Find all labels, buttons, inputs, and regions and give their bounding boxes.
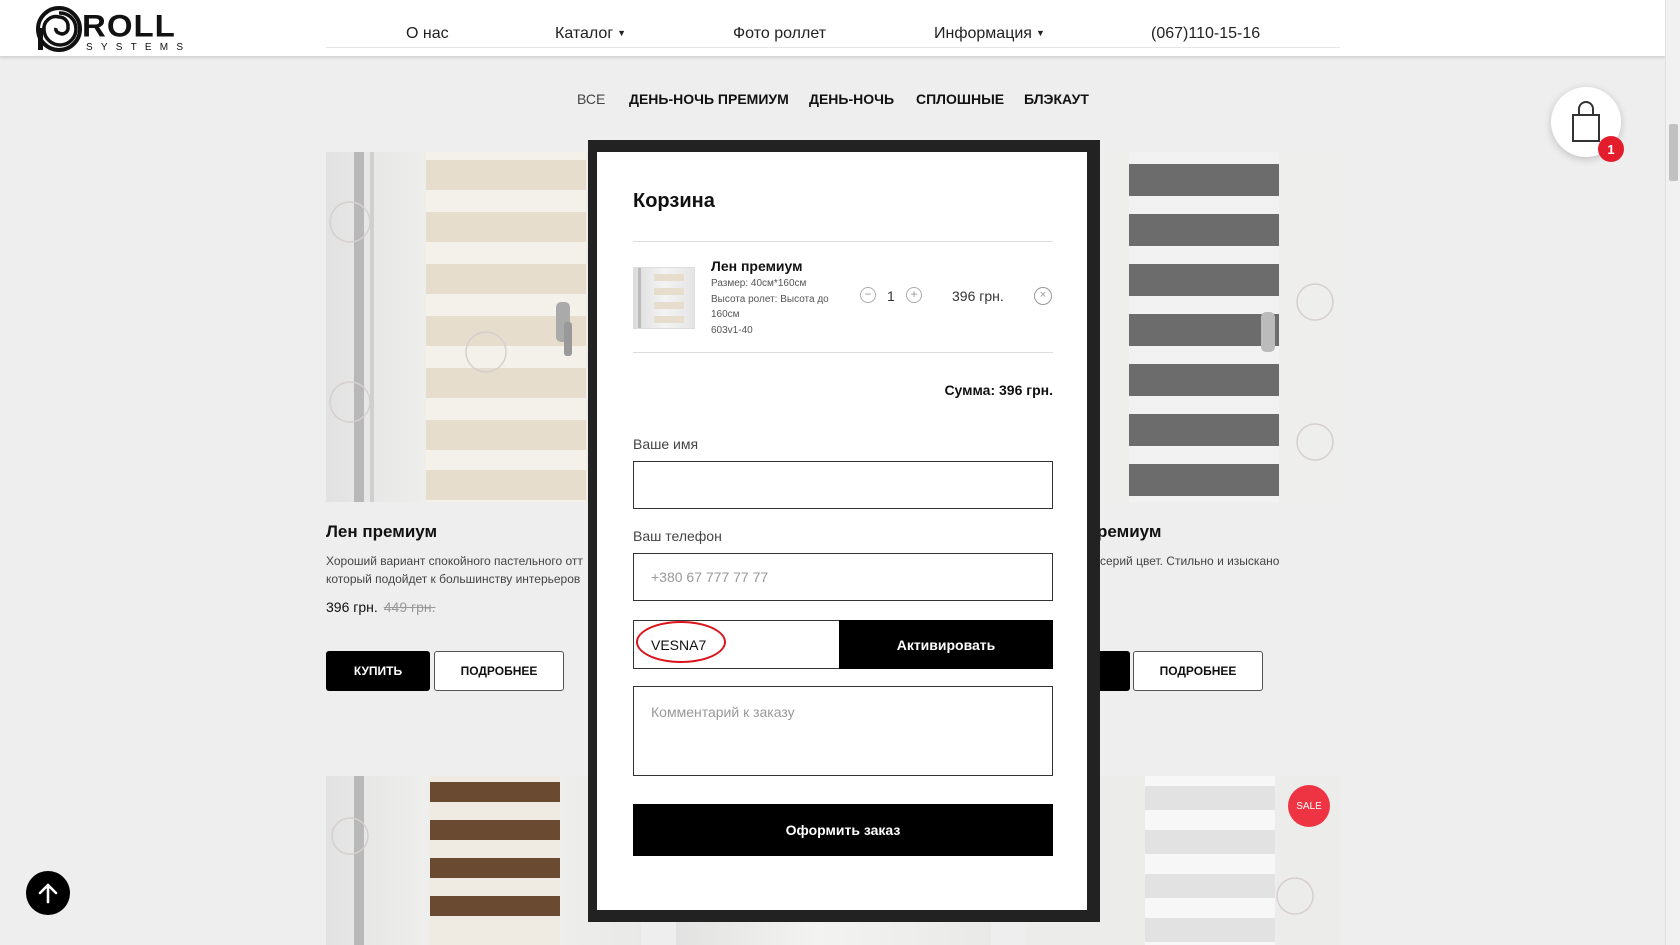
cart-item-name: Лен премиум	[711, 258, 803, 274]
filter-day-night-premium[interactable]: ДЕНЬ-НОЧЬ ПРЕМИУМ	[629, 91, 789, 107]
cart-item-code: 603v1-40	[711, 325, 753, 336]
name-input[interactable]	[633, 461, 1053, 509]
promo-code-input[interactable]	[633, 620, 839, 669]
details-button[interactable]: ПОДРОБНЕЕ	[434, 651, 564, 691]
cart-item-thumbnail	[633, 267, 695, 329]
product-description: Хороший вариант спокойного пастельного о…	[326, 554, 583, 568]
cart-modal: Корзина Лен премиум Размер: 40см*160см В…	[597, 152, 1087, 910]
cart-item-price: 396 грн.	[952, 288, 1004, 304]
buy-button[interactable]: КУПИТЬ	[326, 651, 430, 691]
remove-item-icon[interactable]: ×	[1034, 287, 1052, 305]
divider	[633, 352, 1053, 353]
qty-value: 1	[887, 288, 895, 304]
qty-increase-button[interactable]: +	[906, 287, 922, 303]
logo-subtitle: SYSTEMS	[86, 42, 192, 53]
logo[interactable]: ROLL SYSTEMS	[36, 6, 206, 54]
activate-promo-button[interactable]: Активировать	[839, 620, 1053, 669]
cart-item-height: Высота ролет: Высота до	[711, 294, 829, 305]
roller-blind-image	[638, 268, 684, 328]
details-button[interactable]: ПОДРОБНЕЕ	[1133, 651, 1263, 691]
product-title[interactable]: ремиум	[1097, 522, 1161, 542]
product-title[interactable]: Лен премиум	[326, 522, 437, 542]
scrollbar-thumb[interactable]	[1669, 124, 1678, 181]
arrow-up-icon	[38, 883, 58, 904]
caret-down-icon: ▼	[617, 28, 627, 38]
page-scrollbar[interactable]	[1665, 0, 1680, 945]
buy-button[interactable]	[1100, 651, 1130, 691]
place-order-button[interactable]: Оформить заказ	[633, 804, 1053, 856]
sale-badge: SALE	[1288, 785, 1330, 827]
old-price: 449 грн.	[383, 599, 436, 615]
site-header: ROLL SYSTEMS О нас Каталог ▼ Фото роллет …	[0, 0, 1665, 57]
nav-about[interactable]: О нас	[406, 25, 449, 43]
divider	[633, 241, 1053, 242]
filter-solid[interactable]: СПЛОШНЫЕ	[916, 91, 1004, 107]
cart-total: Сумма: 396 грн.	[944, 382, 1053, 398]
logo-word: ROLL	[82, 7, 176, 44]
scroll-to-top-button[interactable]	[26, 871, 70, 915]
nav-info[interactable]: Информация ▼	[934, 25, 1045, 43]
cart-item-height: 160см	[711, 309, 740, 320]
category-filters: ВСЕ ДЕНЬ-НОЧЬ ПРЕМИУМ ДЕНЬ-НОЧЬ СПЛОШНЫЕ…	[0, 91, 1665, 111]
cart-count-badge: 1	[1598, 136, 1624, 162]
phone-label: Ваш телефон	[633, 528, 722, 544]
caret-down-icon: ▼	[1035, 28, 1045, 38]
name-label: Ваше имя	[633, 436, 699, 452]
cart-item-size: Размер: 40см*160см	[711, 278, 807, 289]
nav-photo[interactable]: Фото роллет	[733, 25, 826, 43]
nav-phone[interactable]: (067)110-15-16	[1151, 25, 1260, 43]
product-price: 396 грн. 449 грн.	[326, 599, 436, 615]
cart-title: Корзина	[633, 190, 715, 212]
qty-decrease-button[interactable]: −	[860, 287, 876, 303]
order-comment-textarea[interactable]	[633, 686, 1053, 776]
filter-all[interactable]: ВСЕ	[577, 91, 605, 107]
logo-spiral-icon	[36, 6, 82, 52]
phone-input[interactable]	[633, 553, 1053, 601]
filter-day-night[interactable]: ДЕНЬ-НОЧЬ	[809, 91, 894, 107]
nav-catalog[interactable]: Каталог ▼	[555, 25, 626, 43]
product-description: серий цвет. Стильно и изыскано	[1100, 554, 1280, 568]
filter-blackout[interactable]: БЛЭКАУТ	[1024, 91, 1089, 107]
main-nav: О нас Каталог ▼ Фото роллет Информация ▼ (…	[326, 0, 1340, 48]
product-description: который подойдет к большинству интерьеро…	[326, 572, 581, 586]
